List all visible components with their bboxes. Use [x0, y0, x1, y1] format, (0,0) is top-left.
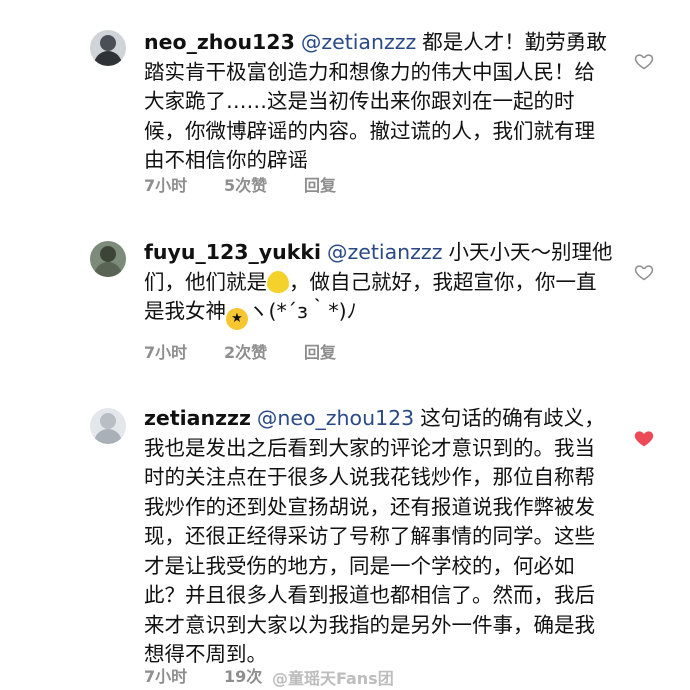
like-count[interactable]: 5次赞	[224, 172, 304, 196]
comment-meta: 7小时 5次赞 回复	[144, 172, 336, 196]
username[interactable]: neo_zhou123	[144, 30, 295, 54]
comment-text: fuyu_123_yukki @zetianzzz 小天小天～别理他们，他们就是 ，做…	[144, 238, 614, 330]
lemon-emoji-icon	[267, 270, 289, 293]
avatar[interactable]	[90, 408, 126, 444]
watermark: @童瑶天Fans团	[272, 669, 394, 688]
reply-button[interactable]: 回复	[304, 172, 336, 196]
comment-text: zetianzzz @neo_zhou123 这句话的确有歧义，我也是发出之后看到大…	[144, 404, 614, 670]
comment-text: neo_zhou123 @zetianzzz 都是人才！勤劳勇敢踏实肯干极富创造力和…	[144, 28, 614, 176]
reply-button[interactable]: 回复	[304, 339, 336, 363]
comment-meta: 7小时 2次赞 回复	[144, 339, 336, 363]
avatar[interactable]	[90, 30, 126, 66]
timestamp: 7小时	[144, 176, 188, 195]
heart-icon[interactable]	[634, 262, 654, 282]
comment-body: ヽ(*´з｀*)ﾉ	[248, 299, 357, 323]
avatar[interactable]	[90, 241, 126, 277]
mention-link[interactable]: @zetianzzz	[301, 30, 416, 54]
timestamp: 7小时	[144, 343, 188, 362]
mention-link[interactable]: @neo_zhou123	[257, 406, 414, 430]
comment-body: 这句话的确有歧义，我也是发出之后看到大家的评论才意识到的。我当时的关注点在于很多…	[144, 406, 605, 666]
heart-liked-icon[interactable]	[634, 428, 654, 448]
username[interactable]: fuyu_123_yukki	[144, 240, 321, 264]
timestamp: 7小时	[144, 667, 188, 686]
like-count[interactable]: 2次赞	[224, 339, 304, 363]
heart-icon[interactable]	[634, 51, 654, 71]
username[interactable]: zetianzzz	[144, 406, 251, 430]
mention-link[interactable]: @zetianzzz	[327, 240, 442, 264]
star-struck-emoji-icon: ★	[226, 308, 248, 330]
